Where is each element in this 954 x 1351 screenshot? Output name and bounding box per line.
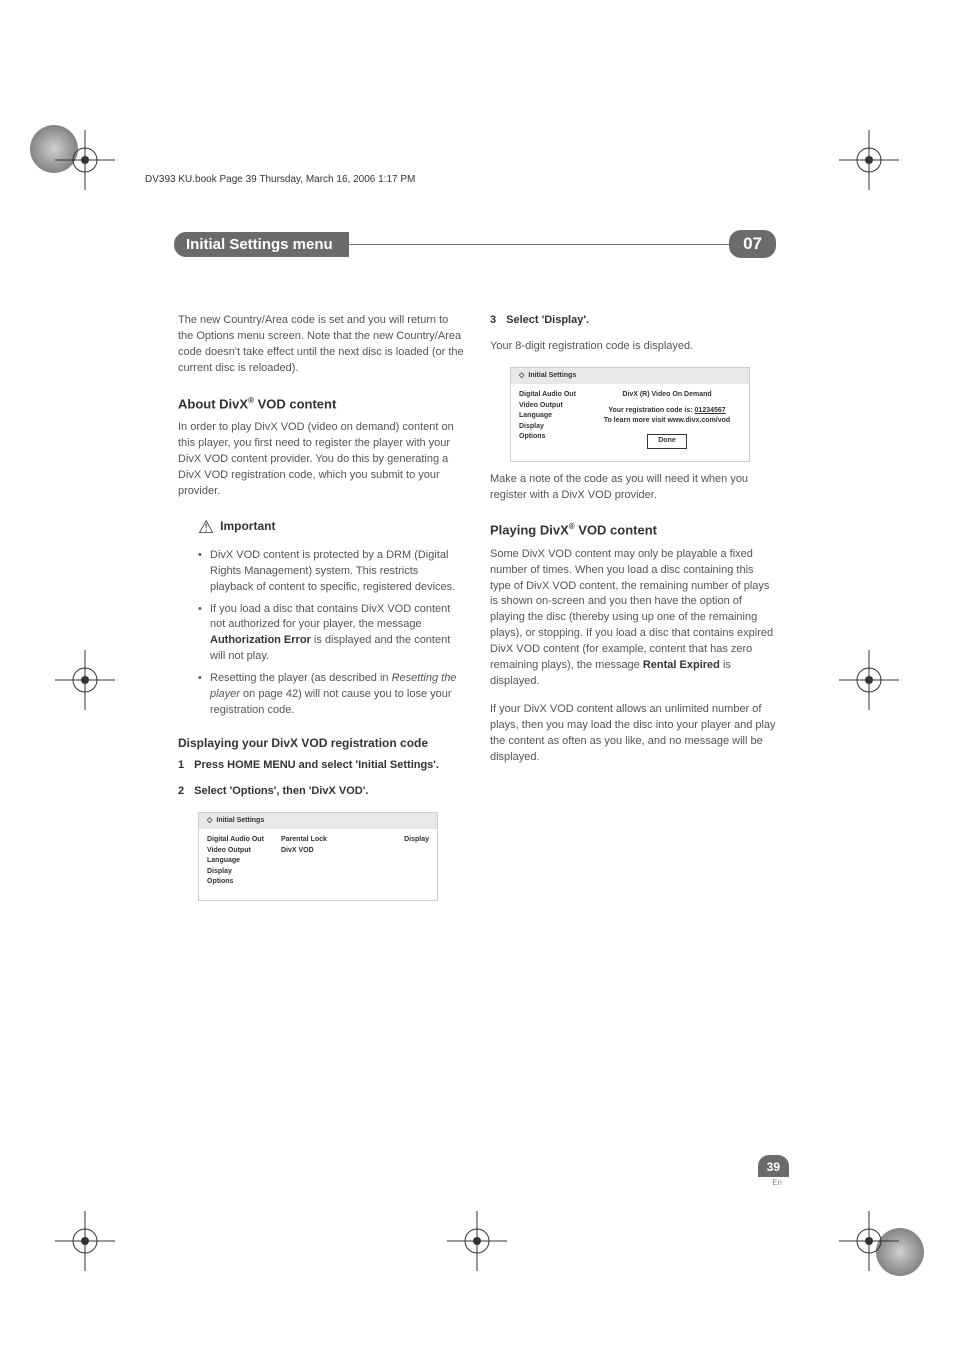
- reg-code-line: Your registration code is: 01234567: [593, 406, 741, 416]
- step-text: Select 'Options', then 'DivX VOD'.: [194, 785, 368, 797]
- chapter-header: Initial Settings menu 07: [178, 230, 776, 258]
- step-2: 2 Select 'Options', then 'DivX VOD'.: [178, 784, 464, 800]
- bullet-text: DivX VOD content is protected by a DRM (…: [210, 549, 455, 593]
- heading-text: VOD content: [254, 396, 336, 411]
- step-number: 1: [178, 759, 184, 771]
- screenshot-header: ◇ Initial Settings: [511, 368, 749, 384]
- menu-item: Language: [207, 856, 281, 867]
- reg-label: Your registration code is:: [608, 407, 694, 414]
- menu-item: Language: [519, 411, 593, 422]
- bold-text: Authorization Error: [210, 634, 311, 646]
- step-text: Select 'Display'.: [506, 314, 589, 326]
- disc-icon: ◇: [519, 371, 524, 381]
- settings-screenshot-2: ◇ Initial Settings Digital Audio Out Vid…: [510, 367, 750, 462]
- column-right: 3 Select 'Display'. Your 8-digit registra…: [490, 313, 776, 909]
- menu-item: Digital Audio Out: [519, 390, 593, 401]
- crop-mark-icon: [55, 130, 115, 190]
- crop-mark-icon: [447, 1211, 507, 1271]
- learn-more: To learn more visit www.divx.com/vod: [593, 416, 741, 426]
- step-1: 1 Press HOME MENU and select 'Initial Set…: [178, 758, 464, 774]
- screenshot-body: Digital Audio Out Video Output Language …: [511, 384, 749, 461]
- bullet-text: If you load a disc that contains DivX VO…: [210, 603, 450, 631]
- screenshot-mid: Parental Lock DivX VOD: [281, 835, 351, 888]
- playing-divx-heading: Playing DivX® VOD content: [490, 521, 776, 540]
- menu-item: Options: [519, 432, 593, 443]
- playing-body: Some DivX VOD content may only be playab…: [490, 547, 776, 690]
- page-content: Initial Settings menu 07 The new Country…: [178, 230, 776, 909]
- warning-icon: ⚠: [198, 514, 214, 540]
- important-callout: ⚠ Important: [198, 514, 464, 540]
- chapter-number: 07: [729, 230, 776, 258]
- menu-item: Options: [207, 877, 281, 888]
- body-text: Some DivX VOD content may only be playab…: [490, 548, 773, 672]
- note-text: Make a note of the code as you will need…: [490, 472, 776, 504]
- playing-body-2: If your DivX VOD content allows an unlim…: [490, 702, 776, 766]
- heading-text: Playing DivX: [490, 523, 569, 538]
- menu-item: Video Output: [207, 846, 281, 857]
- page-language: En: [772, 1178, 782, 1187]
- bullet-text: Resetting the player (as described in: [210, 672, 392, 684]
- done-button: Done: [647, 434, 687, 448]
- settings-screenshot-1: ◇ Initial Settings Digital Audio Out Vid…: [198, 812, 438, 901]
- heading-text: About DivX: [178, 396, 248, 411]
- intro-text: The new Country/Area code is set and you…: [178, 313, 464, 377]
- menu-item: Digital Audio Out: [207, 835, 281, 846]
- menu-item: Parental Lock: [281, 835, 351, 846]
- crop-mark-icon: [839, 650, 899, 710]
- screenshot-title: Initial Settings: [528, 371, 576, 381]
- displaying-heading: Displaying your DivX VOD registration co…: [178, 735, 464, 752]
- screenshot-sidebar: Digital Audio Out Video Output Language …: [519, 390, 593, 449]
- vod-title: DivX (R) Video On Demand: [593, 390, 741, 400]
- step-number: 3: [490, 314, 496, 326]
- document-header-line: DV393 KU.book Page 39 Thursday, March 16…: [145, 174, 415, 185]
- crop-mark-icon: [55, 650, 115, 710]
- list-item: DivX VOD content is protected by a DRM (…: [198, 548, 464, 596]
- heading-text: VOD content: [575, 523, 657, 538]
- reg-code: 01234567: [695, 407, 726, 414]
- menu-item: Display: [519, 422, 593, 433]
- crop-mark-icon: [839, 1211, 899, 1271]
- menu-item: Video Output: [519, 401, 593, 412]
- screenshot-title: Initial Settings: [216, 816, 264, 826]
- menu-item: DivX VOD: [281, 846, 351, 857]
- list-item: If you load a disc that contains DivX VO…: [198, 602, 464, 666]
- bold-text: Rental Expired: [643, 659, 720, 671]
- bullet-text: on page 42) will not cause you to lose y…: [210, 688, 452, 716]
- screenshot-sidebar: Digital Audio Out Video Output Language …: [207, 835, 281, 888]
- important-list: DivX VOD content is protected by a DRM (…: [178, 548, 464, 719]
- about-body: In order to play DivX VOD (video on dema…: [178, 420, 464, 500]
- step-text: Press HOME MENU and select 'Initial Sett…: [194, 759, 439, 771]
- step-number: 2: [178, 785, 184, 797]
- column-left: The new Country/Area code is set and you…: [178, 313, 464, 909]
- chapter-line: [349, 244, 729, 245]
- page-number-badge: 39: [758, 1155, 789, 1177]
- chapter-title: Initial Settings menu: [174, 232, 349, 257]
- crop-mark-icon: [55, 1211, 115, 1271]
- about-divx-heading: About DivX® VOD content: [178, 395, 464, 414]
- menu-item: Display: [351, 835, 429, 845]
- screenshot-header: ◇ Initial Settings: [199, 813, 437, 829]
- screenshot-body: Digital Audio Out Video Output Language …: [199, 829, 437, 900]
- disc-icon: ◇: [207, 816, 212, 826]
- important-label: Important: [220, 518, 275, 535]
- screenshot-center: DivX (R) Video On Demand Your registrati…: [593, 390, 741, 449]
- menu-item: Display: [207, 867, 281, 878]
- two-column-layout: The new Country/Area code is set and you…: [178, 313, 776, 909]
- screenshot-right: Display: [351, 835, 429, 888]
- list-item: Resetting the player (as described in Re…: [198, 671, 464, 719]
- crop-mark-icon: [839, 130, 899, 190]
- step-3: 3 Select 'Display'.: [490, 313, 776, 329]
- step3-body: Your 8-digit registration code is displa…: [490, 339, 776, 355]
